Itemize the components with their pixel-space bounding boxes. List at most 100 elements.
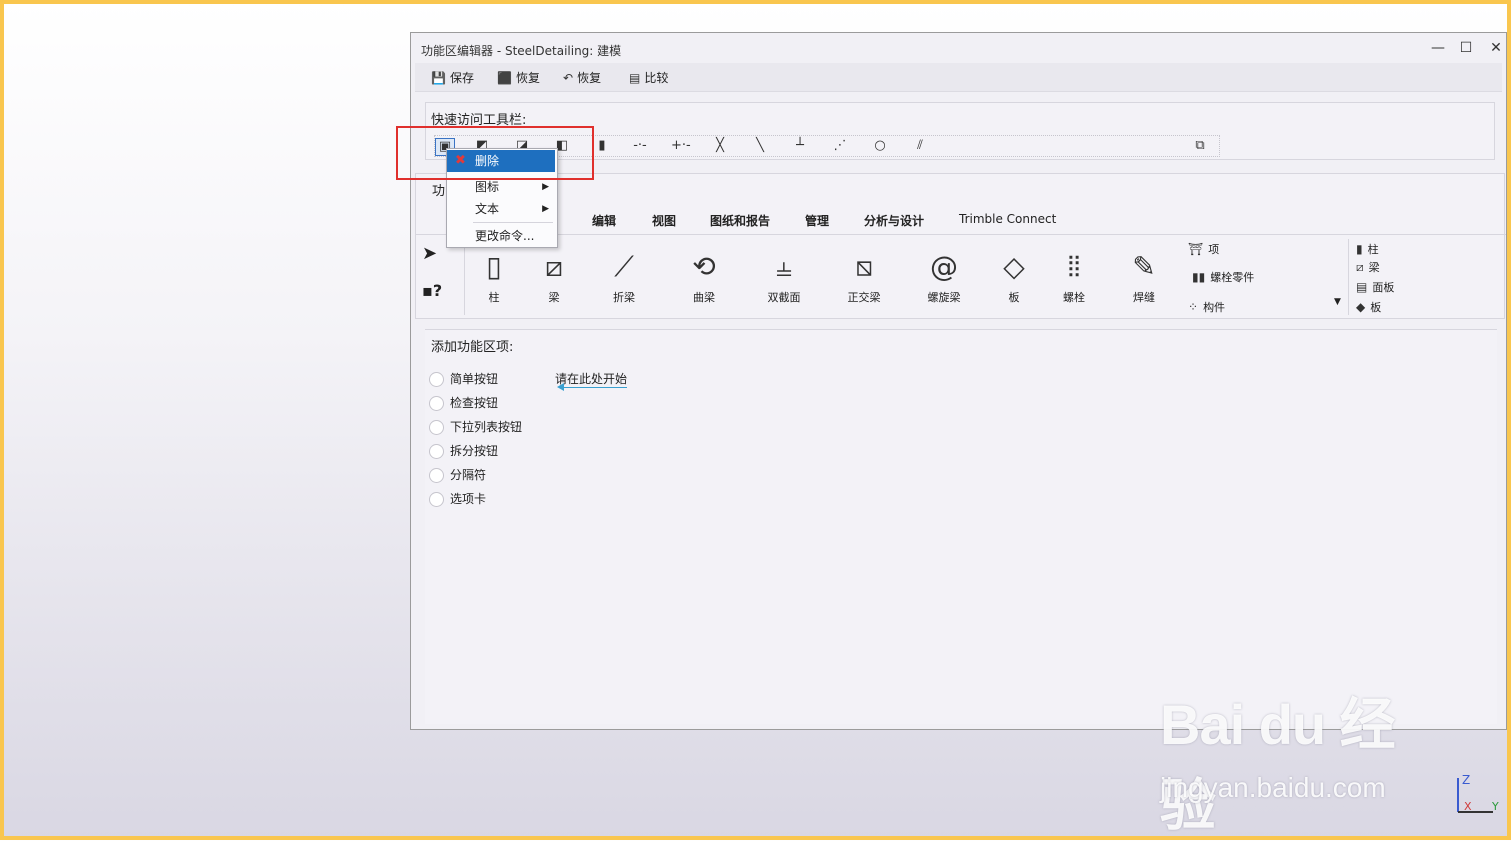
circle-icon[interactable]: ○ — [871, 138, 889, 154]
axis-indicator: Z X Y — [1457, 773, 1499, 813]
polybeam-icon: ⟋ — [614, 250, 634, 283]
item-button[interactable]: ⛩ 项 — [1188, 241, 1219, 257]
undo-icon: ↶ — [563, 71, 574, 85]
option-label: 选项卡 — [450, 492, 487, 506]
add-points-icon[interactable]: +·- — [671, 138, 691, 154]
text-menu-item[interactable]: 文本 ▶ — [447, 198, 555, 220]
simple-button-option[interactable]: 简单按钮 — [429, 370, 498, 387]
radio[interactable] — [429, 444, 444, 459]
option-label: 拆分按钮 — [450, 444, 499, 458]
add-ribbon-items-section: 添加功能区项: 简单按钮 检查按钮 下拉列表按钮 拆分按钮 分隔符 选项卡 请在… — [425, 329, 1497, 724]
left-arrow-icon — [557, 383, 627, 391]
beam-icon: ⧄ — [545, 250, 563, 283]
tab-manage[interactable]: 管理 — [805, 212, 829, 229]
radio[interactable] — [429, 396, 444, 411]
ribbon-panel: ➤ ▪? ▯ 柱 ⧄ 梁 ⟋ 折梁 ⟲ 曲梁 ⫨ 双截面 ⧅ 正交梁 @ 螺旋梁 ◇ 板 ⦙⦙ 螺… — [416, 234, 1506, 319]
twin-profile-icon: ⫨ — [776, 250, 792, 283]
orthogonal-beam-button[interactable]: ⧅ 正交梁 — [834, 249, 894, 305]
help-icon[interactable]: ▪? — [422, 281, 442, 300]
beam-button[interactable]: ⧄ 梁 — [524, 249, 584, 305]
item-icon: ⛩ — [1188, 242, 1204, 256]
beam-label: 梁 — [548, 291, 560, 304]
tab-edit[interactable]: 编辑 — [592, 212, 616, 229]
line-icon[interactable]: ╲ — [751, 138, 769, 154]
split-button-option[interactable]: 拆分按钮 — [429, 442, 498, 459]
tab-analysis-design[interactable]: 分析与设计 — [864, 212, 924, 229]
weld-button[interactable]: ✎ 焊缝 — [1114, 249, 1174, 305]
orthogonal-beam-label: 正交梁 — [847, 291, 881, 304]
plate-button[interactable]: ◇ 板 — [984, 249, 1044, 305]
restore-default-button[interactable]: ↶ 恢复 — [563, 69, 601, 86]
spiral-beam-icon: @ — [930, 250, 958, 283]
curved-beam-icon: ⟲ — [692, 250, 716, 283]
right-column-label: 柱 — [1367, 243, 1379, 256]
tab-option[interactable]: 选项卡 — [429, 490, 486, 507]
point-line-icon[interactable]: -·- — [631, 138, 649, 154]
change-command-label: 更改命令... — [475, 229, 535, 243]
save-button[interactable]: 💾 保存 — [431, 69, 474, 86]
radio[interactable] — [429, 372, 444, 387]
twin-profile-button[interactable]: ⫨ 双截面 — [754, 249, 814, 305]
maximize-button[interactable]: ☐ — [1455, 37, 1477, 59]
angle-icon[interactable]: ╳ — [711, 138, 729, 154]
close-button[interactable]: ✕ — [1485, 37, 1507, 59]
tab-view[interactable]: 视图 — [652, 212, 676, 229]
curved-beam-label: 曲梁 — [693, 291, 715, 304]
option-label: 下拉列表按钮 — [450, 420, 523, 434]
component-button[interactable]: ⁘ 构件 — [1188, 299, 1225, 315]
right-plate-item[interactable]: ◆ 板 — [1356, 299, 1381, 315]
plate-label: 板 — [1008, 291, 1020, 304]
highlight-annotation-box — [396, 126, 594, 180]
baidu-watermark-logo: Bai du 经验 — [1160, 680, 1420, 837]
watermark-logo-text: Bai du 经验 — [1160, 693, 1396, 837]
weld-label: 焊缝 — [1133, 291, 1155, 304]
divider — [1348, 239, 1349, 315]
customize-icon[interactable]: ⧉ — [1191, 138, 1209, 154]
bolt-parts-button[interactable]: ▮▮ 螺栓零件 — [1192, 269, 1254, 285]
compare-button[interactable]: ▤ 比较 — [629, 69, 668, 86]
radio[interactable] — [429, 468, 444, 483]
twin-profile-label: 双截面 — [767, 291, 801, 304]
restore-icon: ⬛ — [497, 71, 512, 85]
item-label: 项 — [1208, 243, 1220, 256]
dotted-line-icon[interactable]: ⋰ — [831, 138, 849, 154]
right-beam-item[interactable]: ⧄ 梁 — [1356, 259, 1380, 275]
orthogonal-beam-icon: ⧅ — [855, 250, 873, 283]
minimize-button[interactable]: — — [1427, 37, 1449, 59]
curved-beam-button[interactable]: ⟲ 曲梁 — [674, 249, 734, 305]
column-icon: ▯ — [486, 250, 502, 283]
dropdown-arrow-icon[interactable]: ▼ — [1334, 297, 1341, 307]
right-panel-item[interactable]: ▤ 面板 — [1356, 279, 1394, 295]
restore-button[interactable]: ⬛ 恢复 — [497, 69, 540, 86]
tab-trimble-connect[interactable]: Trimble Connect — [959, 212, 1056, 226]
polybeam-button[interactable]: ⟋ 折梁 — [594, 249, 654, 305]
right-beam-label: 梁 — [1368, 261, 1380, 274]
right-column-item[interactable]: ▮ 柱 — [1356, 241, 1379, 257]
dropdown-button-option[interactable]: 下拉列表按钮 — [429, 418, 522, 435]
submenu-arrow-icon: ▶ — [542, 204, 549, 214]
bolt-parts-icon: ▮▮ — [1192, 270, 1206, 284]
panel-small-icon: ▤ — [1356, 280, 1368, 294]
plate-small-icon: ◆ — [1356, 300, 1366, 314]
tab-drawings-reports[interactable]: 图纸和报告 — [710, 212, 770, 229]
save-label: 保存 — [449, 71, 474, 85]
bolt-button[interactable]: ⦙⦙ 螺栓 — [1044, 249, 1104, 305]
x-axis-label: X — [1464, 800, 1472, 813]
ribbon-preview: 功 编辑 视图 图纸和报告 管理 分析与设计 Trimble Connect ➤… — [415, 173, 1506, 319]
component-icon: ⁘ — [1188, 300, 1199, 314]
check-button-option[interactable]: 检查按钮 — [429, 394, 498, 411]
select-pointer-icon[interactable]: ➤ — [422, 243, 437, 264]
split-icon[interactable]: ▮ — [593, 138, 611, 154]
spiral-beam-button[interactable]: @ 螺旋梁 — [914, 249, 974, 305]
window-title: 功能区编辑器 - SteelDetailing: 建模 — [421, 44, 622, 58]
radio[interactable] — [429, 492, 444, 507]
spiral-beam-label: 螺旋梁 — [927, 291, 961, 304]
change-command-menu-item[interactable]: 更改命令... — [447, 225, 555, 247]
parallel-icon[interactable]: ⫽ — [911, 138, 929, 154]
column-button[interactable]: ▯ 柱 — [464, 249, 524, 305]
plate-icon: ◇ — [1003, 250, 1025, 283]
option-label: 检查按钮 — [450, 396, 499, 410]
radio[interactable] — [429, 420, 444, 435]
separator-option[interactable]: 分隔符 — [429, 466, 486, 483]
perpendicular-icon[interactable]: ┴ — [791, 138, 809, 154]
